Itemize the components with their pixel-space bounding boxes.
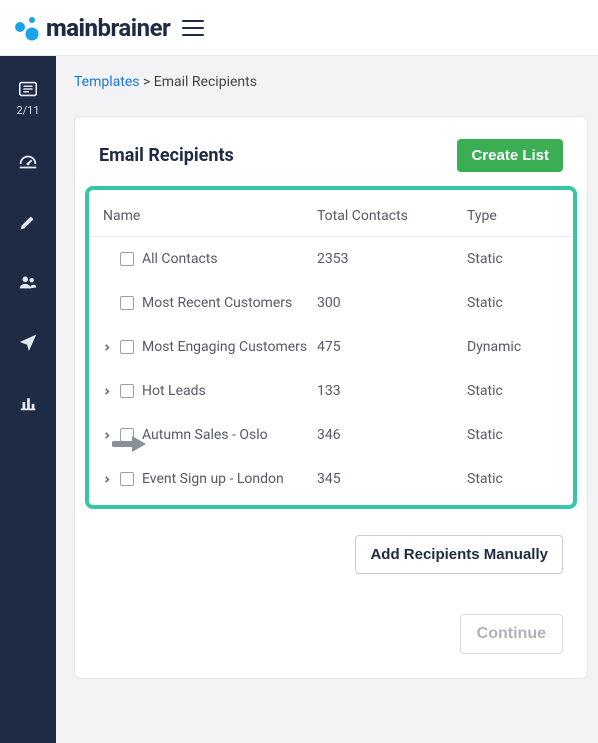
cell-name: Most Recent Customers <box>103 295 317 311</box>
row-checkbox[interactable] <box>120 472 134 486</box>
row-type: Dynamic <box>467 339 559 355</box>
row-name-label: Most Recent Customers <box>142 295 292 311</box>
cell-name: Most Engaging Customers <box>103 339 317 355</box>
cell-name: All Contacts <box>103 251 317 267</box>
row-total: 345 <box>317 471 467 487</box>
table-row[interactable]: Hot Leads 133Static <box>89 369 573 413</box>
sidebar-step-label: 2/11 <box>16 104 39 117</box>
brand-logo: mainbrainer <box>12 14 170 42</box>
add-recipients-manually-button[interactable]: Add Recipients Manually <box>355 535 563 574</box>
row-checkbox[interactable] <box>120 340 134 354</box>
breadcrumb-sep: > <box>143 74 150 90</box>
row-name-label: Most Engaging Customers <box>142 339 307 355</box>
sidebar-item-send[interactable] <box>17 331 39 357</box>
col-name: Name <box>103 208 317 224</box>
table-row[interactable]: Most Recent Customers 300Static <box>89 281 573 325</box>
cell-name: Hot Leads <box>103 383 317 399</box>
chevron-right-icon[interactable] <box>103 431 112 440</box>
brand-name-rest: brainer <box>98 14 171 42</box>
row-checkbox[interactable] <box>120 296 134 310</box>
chevron-right-icon[interactable] <box>103 343 112 352</box>
pencil-icon <box>17 211 39 233</box>
users-icon <box>17 271 39 293</box>
row-total: 133 <box>317 383 467 399</box>
row-name-label: Autumn Sales - Oslo <box>142 427 268 443</box>
breadcrumb-current: Email Recipients <box>154 74 257 90</box>
col-total: Total Contacts <box>317 208 467 224</box>
table-row[interactable]: All Contacts 2353Static <box>89 237 573 281</box>
sidebar-item-contacts[interactable] <box>17 271 39 297</box>
breadcrumb: Templates > Email Recipients <box>74 74 598 90</box>
menu-icon[interactable] <box>182 20 204 36</box>
page-title: Email Recipients <box>99 145 234 166</box>
row-total: 346 <box>317 427 467 443</box>
row-total: 2353 <box>317 251 467 267</box>
row-checkbox[interactable] <box>120 384 134 398</box>
row-checkbox[interactable] <box>120 428 134 442</box>
col-type: Type <box>467 208 559 224</box>
row-total: 300 <box>317 295 467 311</box>
row-type: Static <box>467 295 559 311</box>
breadcrumb-link-templates[interactable]: Templates <box>74 74 140 90</box>
row-type: Static <box>467 251 559 267</box>
gauge-icon <box>17 151 39 173</box>
sidebar-item-dashboard[interactable] <box>17 151 39 177</box>
list-icon <box>17 78 39 100</box>
table-row[interactable]: Event Sign up - London 345Static <box>89 457 573 501</box>
main: Templates > Email Recipients Email Recip… <box>56 56 598 743</box>
table-header: Name Total Contacts Type <box>89 192 573 237</box>
sidebar-item-analytics[interactable] <box>17 391 39 417</box>
row-total: 475 <box>317 339 467 355</box>
chevron-right-icon[interactable] <box>103 475 112 484</box>
recipients-card: Email Recipients Create List Name Total … <box>74 116 588 679</box>
row-name-label: Event Sign up - London <box>142 471 284 487</box>
table-row[interactable]: Autumn Sales - Oslo 346Static <box>89 413 573 457</box>
cell-name: Autumn Sales - Oslo <box>103 427 317 443</box>
table-row[interactable]: Most Engaging Customers 475Dynamic <box>89 325 573 369</box>
sidebar-step-indicator[interactable]: 2/11 <box>16 78 39 117</box>
row-type: Static <box>467 427 559 443</box>
row-name-label: All Contacts <box>142 251 218 267</box>
chart-icon <box>17 391 39 413</box>
topbar: mainbrainer <box>0 0 598 56</box>
cell-name: Event Sign up - London <box>103 471 317 487</box>
continue-button[interactable]: Continue <box>460 614 563 654</box>
brand-name-bold: main <box>46 14 98 42</box>
row-type: Static <box>467 471 559 487</box>
brand-name: mainbrainer <box>46 14 170 42</box>
row-type: Static <box>467 383 559 399</box>
recipients-table: Name Total Contacts Type All Contacts 235… <box>85 186 577 509</box>
sidebar: 2/11 <box>0 56 56 743</box>
create-list-button[interactable]: Create List <box>457 139 563 172</box>
brand-dots-icon <box>12 14 40 42</box>
row-name-label: Hot Leads <box>142 383 206 399</box>
row-checkbox[interactable] <box>120 252 134 266</box>
send-icon <box>17 331 39 353</box>
chevron-right-icon[interactable] <box>103 387 112 396</box>
sidebar-item-editor[interactable] <box>17 211 39 237</box>
